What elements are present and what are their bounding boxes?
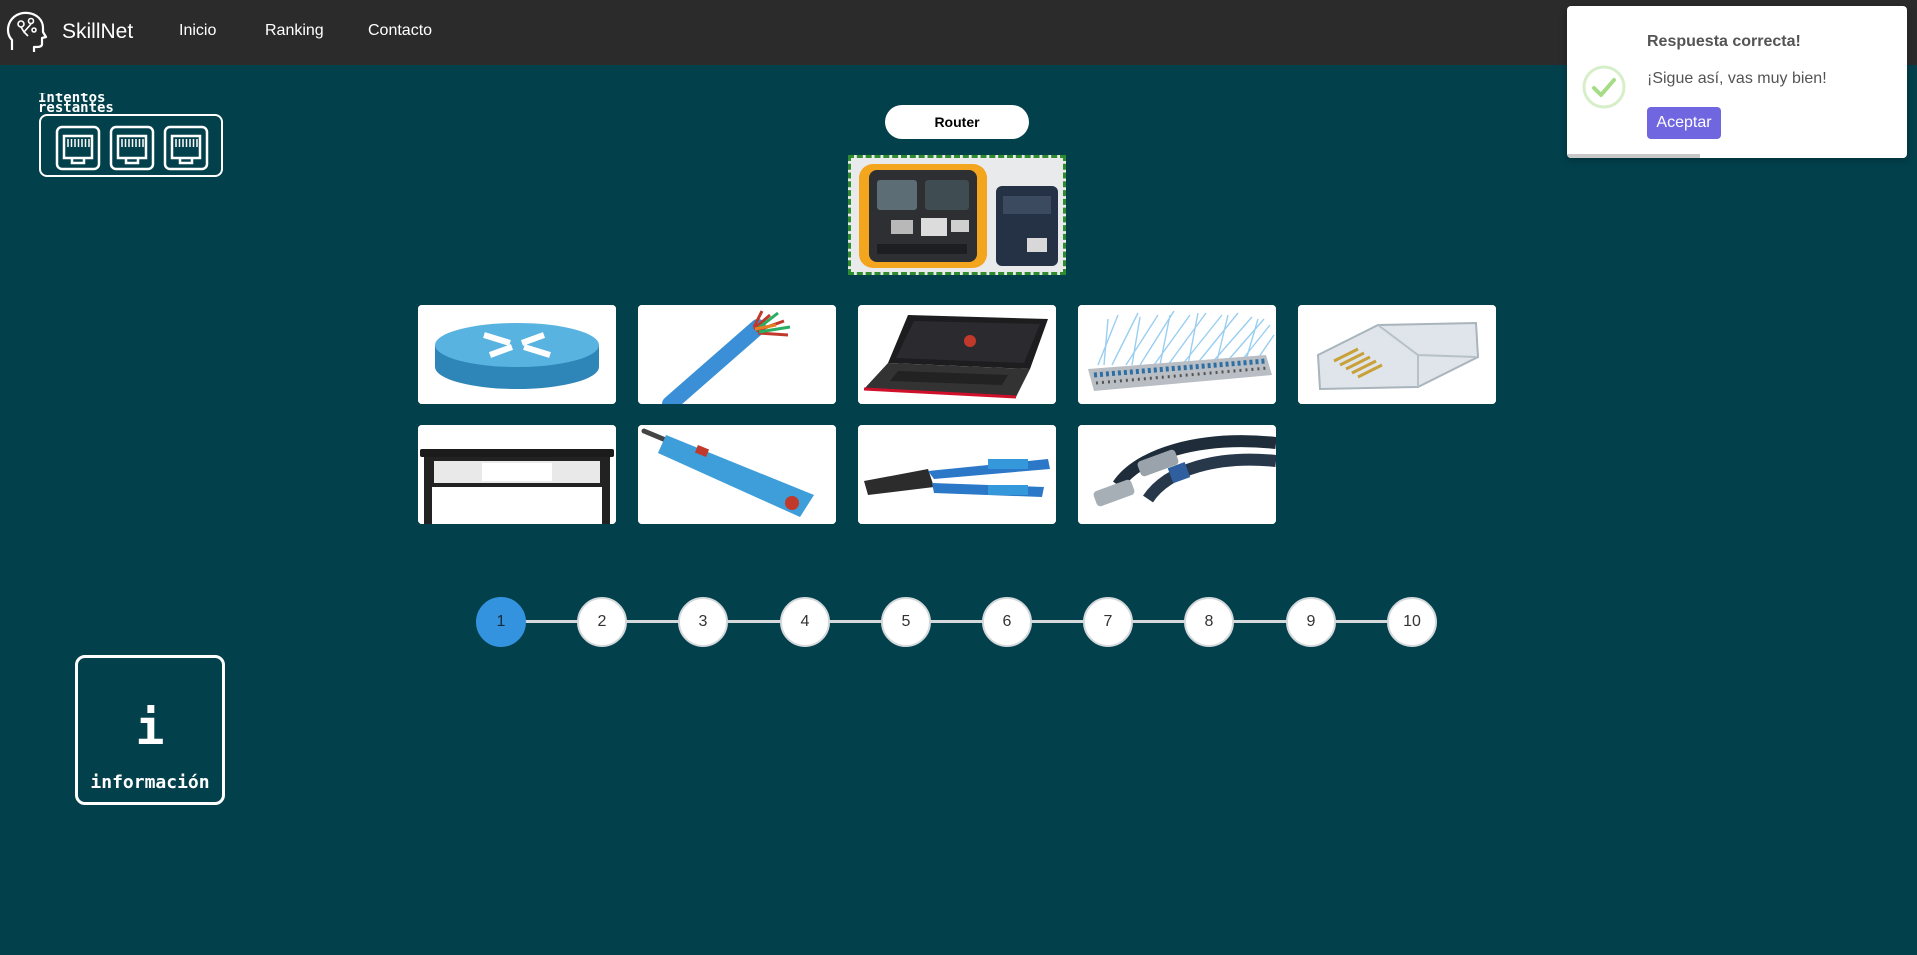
option-card-router[interactable]	[418, 305, 616, 404]
laptop-image	[858, 305, 1056, 404]
brand-name: SkillNet	[62, 20, 134, 43]
ethernet-port-icon	[163, 125, 209, 171]
option-card-patch-panel[interactable]	[1078, 305, 1276, 404]
option-card-utp-cable[interactable]	[638, 305, 836, 404]
toast-message: ¡Sigue así, vas muy bien!	[1647, 70, 1827, 87]
rack-image	[418, 425, 616, 524]
success-check-icon	[1582, 65, 1626, 109]
question-image-cable-tester[interactable]	[848, 155, 1066, 275]
step-9[interactable]: 9	[1286, 597, 1336, 647]
toast-timer-bar	[1567, 154, 1700, 158]
step-4[interactable]: 4	[780, 597, 830, 647]
crimping-tool-image	[858, 425, 1056, 524]
option-card-laptop[interactable]	[858, 305, 1056, 404]
nav-link-ranking[interactable]: Ranking	[265, 22, 324, 40]
brain-head-logo-icon	[6, 11, 48, 52]
utp-cable-image	[638, 305, 836, 404]
success-toast: Respuesta correcta! ¡Sigue así, vas muy …	[1567, 6, 1907, 158]
nav-link-inicio[interactable]: Inicio	[179, 22, 216, 40]
step-7[interactable]: 7	[1083, 597, 1133, 647]
info-button[interactable]: i información	[75, 655, 225, 805]
cable-tester-image	[851, 158, 1063, 272]
coaxial-cable-image	[1078, 425, 1276, 524]
info-label: información	[90, 772, 210, 793]
option-card-coaxial-cable[interactable]	[1078, 425, 1276, 524]
step-2[interactable]: 2	[577, 597, 627, 647]
option-card-rj45-connector[interactable]	[1298, 305, 1496, 404]
step-1[interactable]: 1	[476, 597, 526, 647]
step-10[interactable]: 10	[1387, 597, 1437, 647]
attempts-box	[39, 114, 223, 177]
option-card-punch-down-tool[interactable]	[638, 425, 836, 524]
ethernet-port-icon	[109, 125, 155, 171]
option-card-crimping-tool[interactable]	[858, 425, 1056, 524]
step-6[interactable]: 6	[982, 597, 1032, 647]
attempts-label: Intentos restantes	[38, 93, 114, 113]
target-label: Router	[885, 105, 1029, 139]
progress-line	[500, 620, 1412, 623]
option-card-rack[interactable]	[418, 425, 616, 524]
step-8[interactable]: 8	[1184, 597, 1234, 647]
ethernet-port-icon	[55, 125, 101, 171]
step-3[interactable]: 3	[678, 597, 728, 647]
info-icon: i	[135, 700, 165, 756]
brand[interactable]: SkillNet	[6, 6, 133, 58]
rj45-connector-image	[1298, 305, 1496, 404]
toast-title: Respuesta correcta!	[1647, 33, 1801, 50]
punch-down-tool-image	[638, 425, 836, 524]
accept-button[interactable]: Aceptar	[1647, 107, 1721, 139]
router-image	[418, 305, 616, 404]
patch-panel-image	[1078, 305, 1276, 404]
nav-link-contacto[interactable]: Contacto	[368, 22, 432, 40]
step-5[interactable]: 5	[881, 597, 931, 647]
